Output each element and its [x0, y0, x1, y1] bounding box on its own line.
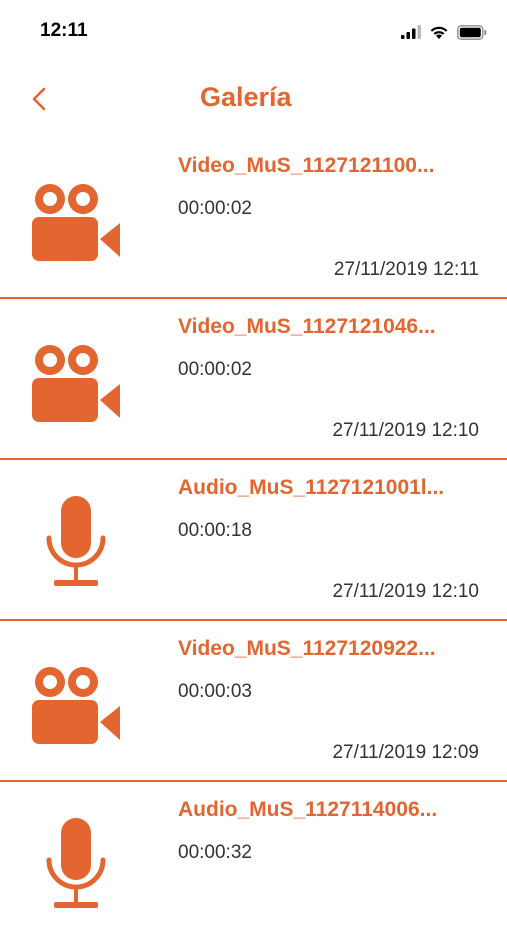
item-duration: 00:00:18	[178, 520, 252, 541]
item-title: Video_MuS_1127121100...	[178, 154, 435, 177]
item-date: 27/11/2019 12:11	[333, 259, 479, 280]
item-date: 27/11/2019 12:10	[332, 420, 479, 441]
status-icons	[401, 22, 487, 42]
gallery-item[interactable]: Video_MuS_1127120922... 00:00:03 27/11/2…	[0, 621, 507, 782]
back-button[interactable]	[24, 82, 54, 116]
chevron-left-icon	[32, 87, 46, 111]
wifi-icon	[430, 26, 448, 39]
item-title: Audio_MuS_1127114006...	[178, 798, 438, 821]
gallery-item[interactable]: Video_MuS_1127121100... 00:00:02 27/11/2…	[0, 138, 507, 299]
battery-icon	[457, 24, 487, 40]
page-title: Galería	[200, 82, 292, 112]
gallery-item[interactable]: Audio_MuS_1127114006... 00:00:32	[0, 782, 507, 943]
gallery-list: Video_MuS_1127121100... 00:00:02 27/11/2…	[0, 138, 507, 943]
item-duration: 00:00:02	[178, 198, 252, 219]
item-duration: 00:00:03	[178, 681, 252, 702]
item-title: Audio_MuS_1127121001l...	[178, 476, 445, 499]
video-camera-icon	[26, 333, 126, 433]
navigation-bar: Galería	[0, 64, 507, 134]
gallery-item[interactable]: Audio_MuS_1127121001l... 00:00:18 27/11/…	[0, 460, 507, 621]
item-title: Video_MuS_1127121046...	[178, 315, 436, 338]
item-duration: 00:00:02	[178, 359, 252, 380]
item-duration: 00:00:32	[178, 842, 252, 863]
microphone-icon	[26, 494, 126, 594]
status-bar: 12:11	[0, 0, 507, 64]
video-camera-icon	[26, 655, 126, 755]
item-title: Video_MuS_1127120922...	[178, 637, 436, 660]
item-date: 27/11/2019 12:10	[332, 581, 479, 602]
status-time: 12:11	[40, 20, 88, 41]
cellular-signal-icon	[401, 25, 421, 39]
item-date: 27/11/2019 12:09	[332, 742, 479, 763]
microphone-icon	[26, 816, 126, 916]
video-camera-icon	[26, 172, 126, 272]
gallery-item[interactable]: Video_MuS_1127121046... 00:00:02 27/11/2…	[0, 299, 507, 460]
